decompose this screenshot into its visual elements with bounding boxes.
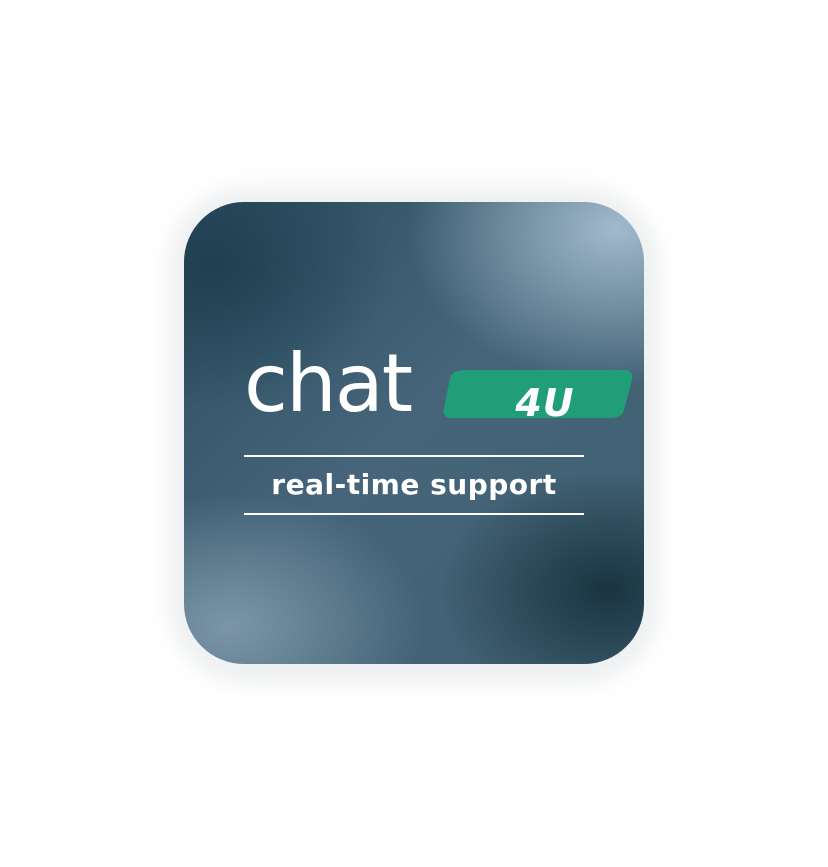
app-icon[interactable]: chat 4U real-time support [184, 202, 644, 664]
tagline-bottom-divider [244, 513, 584, 515]
logo-word-chat: chat [244, 337, 413, 430]
logo-tagline: real-time support [271, 468, 557, 501]
logo-badge: 4U [430, 360, 644, 426]
tagline-top-divider [244, 455, 584, 457]
logo-badge-text: 4U [515, 381, 575, 425]
chat4u-logo: chat 4U [244, 337, 633, 438]
